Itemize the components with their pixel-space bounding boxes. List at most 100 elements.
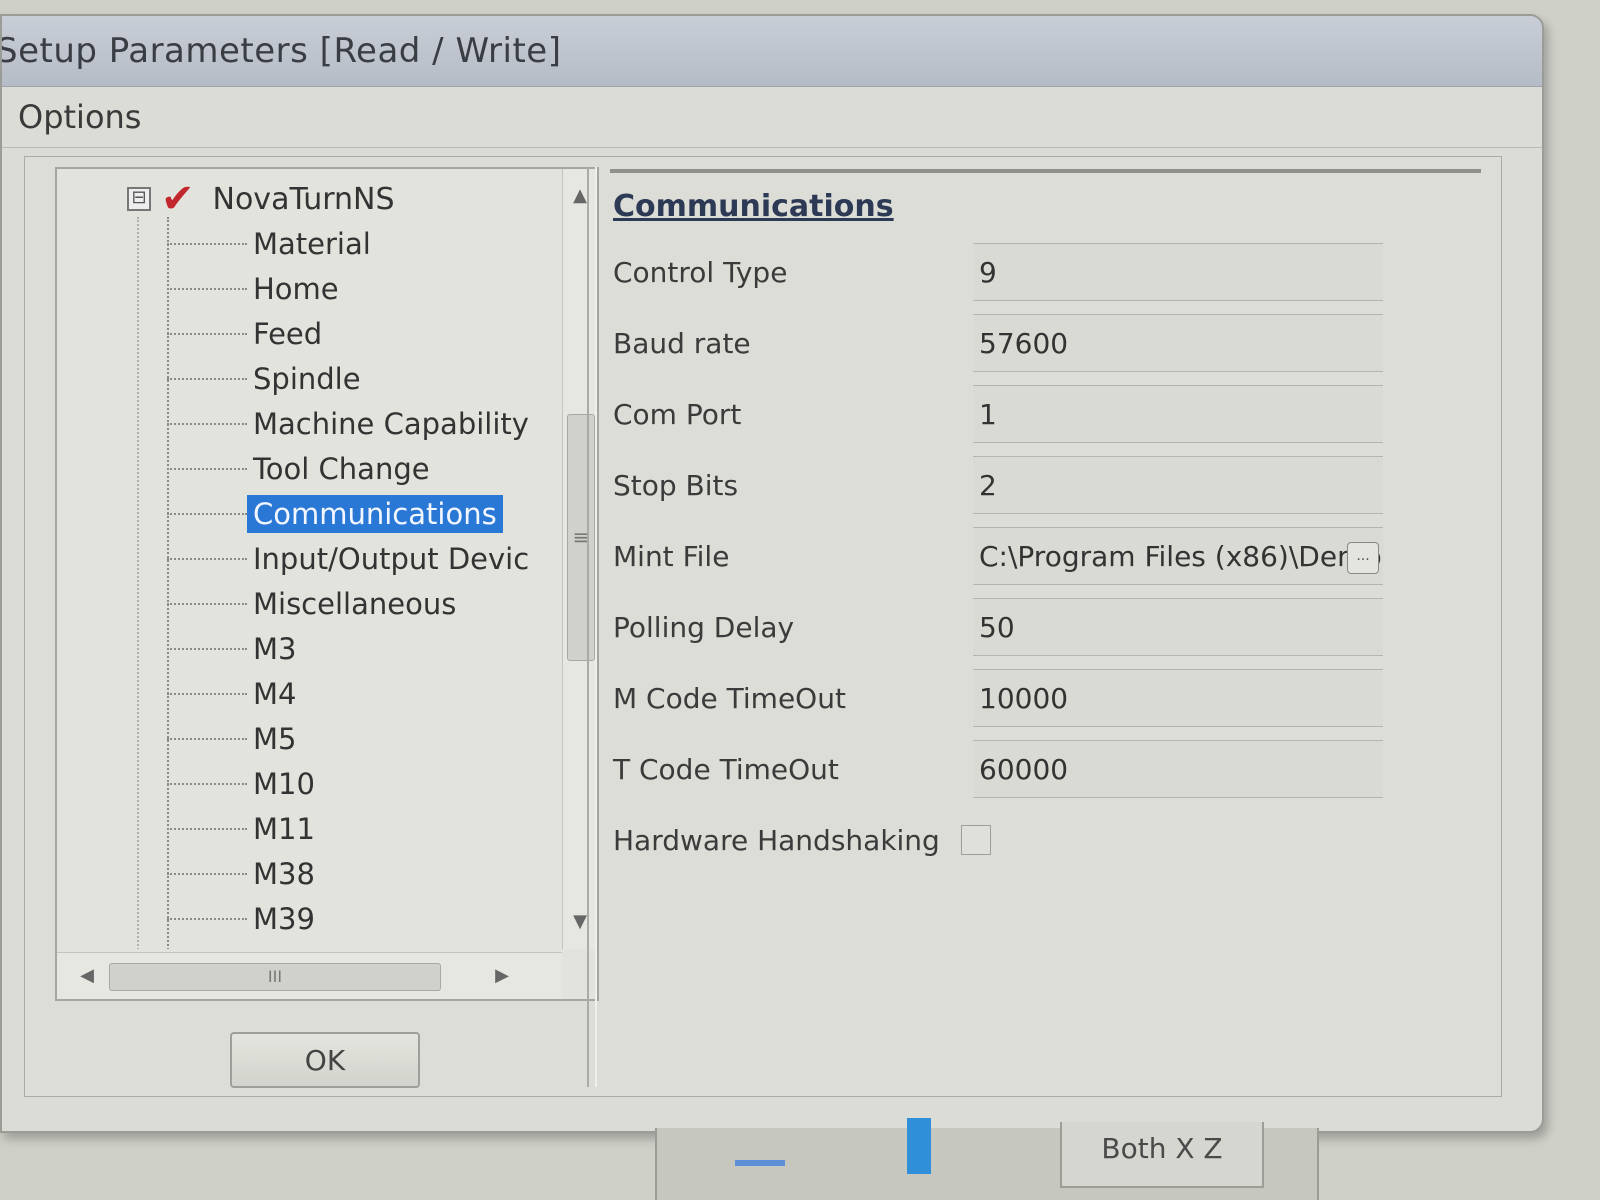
tree-connector <box>167 917 247 920</box>
tree-connector <box>167 242 247 245</box>
tree-item-label[interactable]: Communications <box>247 494 503 533</box>
property-row: M Code TimeOut 10000 <box>613 667 1481 729</box>
title-bar[interactable]: Setup Parameters [Read / Write] <box>2 16 1542 87</box>
panel-splitter[interactable] <box>587 167 597 1087</box>
tree-connector <box>167 377 247 380</box>
property-value-field[interactable]: 2 <box>973 456 1383 514</box>
property-value-text: 60000 <box>979 752 1069 786</box>
tree-item[interactable]: M5 <box>167 716 535 761</box>
tree-item-label[interactable]: Input/Output Devic <box>247 540 535 578</box>
tree-connector <box>167 737 247 740</box>
tree-item[interactable]: Material <box>167 221 535 266</box>
tree-item-label[interactable]: Tool Change <box>247 450 436 488</box>
collapse-icon[interactable]: ⊟ <box>127 187 151 211</box>
property-label: Control Type <box>613 255 788 289</box>
tree-connector <box>167 512 247 515</box>
tree-item[interactable]: Home <box>167 266 535 311</box>
property-value-field[interactable]: 60000 <box>973 740 1383 798</box>
tree-item[interactable]: M4 <box>167 671 535 716</box>
options-label: Options <box>18 98 142 136</box>
tree-item-label[interactable]: Home <box>247 270 345 308</box>
property-row: Mint File C:\Program Files (x86)\Denfo... <box>613 525 1481 587</box>
section-title: Communications <box>613 189 894 224</box>
scroll-left-icon[interactable]: ◀ <box>67 953 107 999</box>
tree-item-label[interactable]: M52 <box>247 945 321 950</box>
tree-connector <box>167 422 247 425</box>
tree-connector <box>167 332 247 335</box>
tree-root-node[interactable]: ⊟ ✔ NovaTurnNS <box>127 179 395 219</box>
tree-viewport: ⊟ ✔ NovaTurnNS Material Home Feed Spindle Ma… <box>57 169 562 949</box>
property-label: Mint File <box>613 539 730 573</box>
setup-parameters-window: Setup Parameters [Read / Write] Options … <box>0 14 1544 1133</box>
property-label: Stop Bits <box>613 468 739 502</box>
ok-button[interactable]: OK <box>230 1032 420 1088</box>
tree-item-label[interactable]: M39 <box>247 900 321 938</box>
tree-item[interactable]: M38 <box>167 851 535 896</box>
tree-item[interactable]: Machine Capability <box>167 401 535 446</box>
hscroll-thumb[interactable]: III <box>109 963 441 991</box>
tree-item[interactable]: M3 <box>167 626 535 671</box>
tree-item[interactable]: Tool Change <box>167 446 535 491</box>
tree-item-label[interactable]: M10 <box>247 765 321 803</box>
tree-item-label[interactable]: M38 <box>247 855 321 893</box>
tree-item-label[interactable]: Spindle <box>247 360 367 398</box>
tree-item-label[interactable]: M4 <box>247 675 302 713</box>
property-value-field[interactable]: C:\Program Files (x86)\Denfo... <box>973 527 1383 585</box>
hardware-handshaking-label: Hardware Handshaking <box>613 823 940 857</box>
tree-connector <box>167 467 247 470</box>
tree-item[interactable]: Feed <box>167 311 535 356</box>
tree-item[interactable]: M52 <box>167 941 535 950</box>
tree-connector <box>167 692 247 695</box>
tree-item[interactable]: Spindle <box>167 356 535 401</box>
both-xz-button[interactable]: Both X Z <box>1060 1122 1264 1188</box>
property-value-field[interactable]: 9 <box>973 243 1383 301</box>
tree-item-label[interactable]: M3 <box>247 630 302 668</box>
tree-horizontal-scrollbar[interactable]: ◀ III ▶ <box>57 952 562 999</box>
tree-item[interactable]: Input/Output Devic <box>167 536 535 581</box>
tree-item[interactable]: Miscellaneous <box>167 581 535 626</box>
tree-item[interactable]: Communications <box>167 491 535 536</box>
tree-root-label[interactable]: NovaTurnNS <box>213 182 395 217</box>
property-row-checkbox: Hardware Handshaking <box>613 809 1481 871</box>
property-value-field[interactable]: 57600 <box>973 314 1383 372</box>
tree-item[interactable]: M11 <box>167 806 535 851</box>
tree-connector <box>167 872 247 875</box>
property-value-field[interactable]: 1 <box>973 385 1383 443</box>
parameter-tree: ⊟ ✔ NovaTurnNS Material Home Feed Spindle Ma… <box>55 167 599 1001</box>
check-icon: ✔ <box>161 176 195 222</box>
property-row: Polling Delay 50 <box>613 596 1481 658</box>
tree-connector <box>167 602 247 605</box>
property-row: T Code TimeOut 60000 <box>613 738 1481 800</box>
property-value-text: 10000 <box>979 681 1069 715</box>
tree-item-label[interactable]: M5 <box>247 720 302 758</box>
browse-button[interactable]: ... <box>1347 542 1379 574</box>
tree-item-label[interactable]: Feed <box>247 315 328 353</box>
property-value-text: 50 <box>979 610 1015 644</box>
property-label: Polling Delay <box>613 610 795 644</box>
tree-item[interactable]: M39 <box>167 896 535 941</box>
property-label: Com Port <box>613 397 742 431</box>
hardware-handshaking-checkbox[interactable] <box>961 825 991 855</box>
property-value-text: 57600 <box>979 326 1069 360</box>
property-label: M Code TimeOut <box>613 681 846 715</box>
background-progress-bar <box>907 1118 931 1174</box>
tree-connector <box>167 287 247 290</box>
tree-connector <box>167 647 247 650</box>
property-row: Stop Bits 2 <box>613 454 1481 516</box>
tree-guide-line <box>137 217 139 949</box>
scroll-right-icon[interactable]: ▶ <box>482 953 522 999</box>
tree-connector <box>167 782 247 785</box>
property-value-field[interactable]: 10000 <box>973 669 1383 727</box>
tree-item-label[interactable]: Material <box>247 225 377 263</box>
property-value-text: 2 <box>979 468 997 502</box>
property-row: Control Type 9 <box>613 241 1481 303</box>
property-value-text: C:\Program Files (x86)\Denfo <box>979 539 1382 573</box>
tree-item-label[interactable]: Miscellaneous <box>247 585 462 623</box>
property-label: Baud rate <box>613 326 751 360</box>
tree-item-label[interactable]: Machine Capability <box>247 405 535 443</box>
property-value-field[interactable]: 50 <box>973 598 1383 656</box>
property-row: Baud rate 57600 <box>613 312 1481 374</box>
tree-item-label[interactable]: M11 <box>247 810 321 848</box>
tree-item[interactable]: M10 <box>167 761 535 806</box>
window-title: Setup Parameters [Read / Write] <box>0 31 562 71</box>
